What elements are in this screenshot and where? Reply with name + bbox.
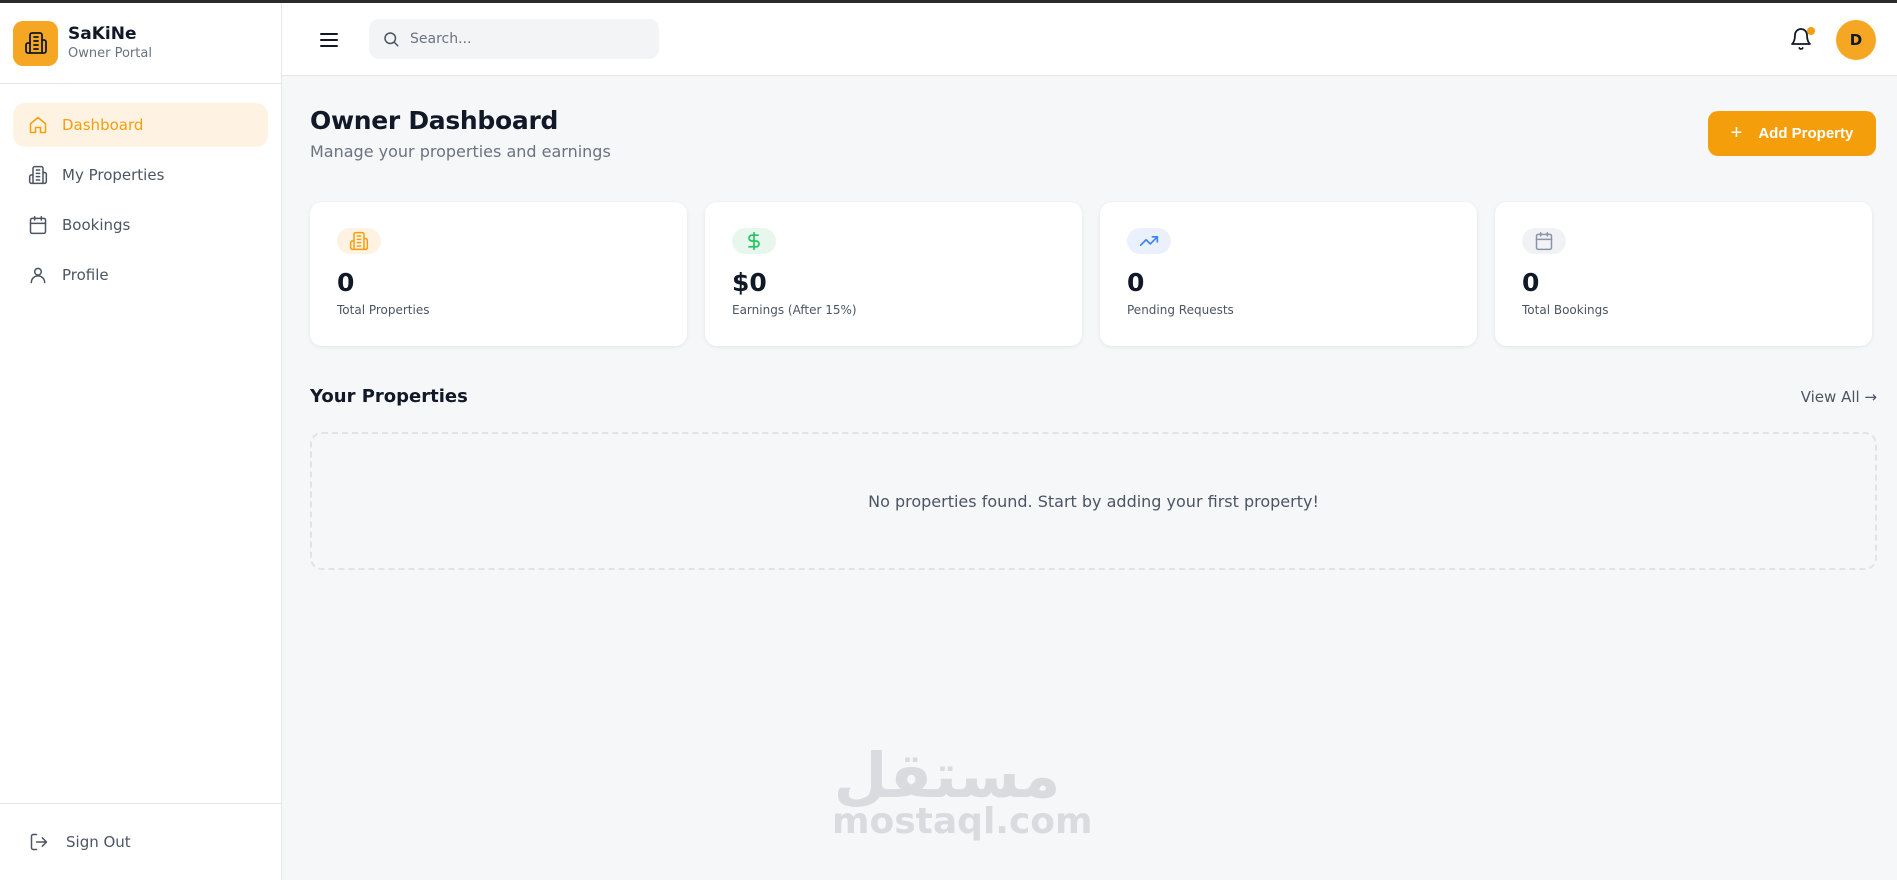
add-property-button[interactable]: + Add Property [1708,111,1876,156]
page-subtitle: Manage your properties and earnings [310,142,611,161]
search-input[interactable] [410,31,650,47]
search-bar [369,19,659,59]
sidebar-item-label: Dashboard [62,116,144,134]
sign-out-label: Sign Out [66,833,131,851]
sidebar-item-label: My Properties [62,166,165,184]
watermark: مستقل mostaql.com [832,739,1093,842]
stat-value: 0 [1522,268,1540,297]
stat-label: Total Bookings [1522,303,1609,317]
empty-message: No properties found. Start by adding you… [868,491,1319,511]
brand-subtitle: Owner Portal [68,46,152,61]
plus-icon: + [1730,122,1743,144]
menu-button[interactable] [317,28,341,52]
sign-out-button[interactable]: Sign Out [28,831,131,853]
building-icon [24,32,47,54]
stats-row: 0 Total Properties $0 Earnings (After 15… [310,202,1877,346]
stat-value: $0 [732,268,767,297]
top-header: D [282,3,1897,76]
stat-label: Earnings (After 15%) [732,303,857,317]
sidebar-item-dashboard[interactable]: Dashboard [13,103,268,147]
sidebar-item-label: Bookings [62,216,131,234]
stat-card-earnings: $0 Earnings (After 15%) [705,202,1082,346]
watermark-latin: mostaql.com [832,801,1093,842]
notifications-button[interactable] [1789,27,1815,53]
sidebar-footer: Sign Out [0,803,281,880]
sidebar-item-my-properties[interactable]: My Properties [13,153,268,197]
sidebar: SaKiNe Owner Portal Dashboard My Propert… [0,3,282,880]
building-icon [27,164,49,186]
brand: SaKiNe Owner Portal [0,3,281,84]
notification-dot [1807,27,1815,35]
brand-name: SaKiNe [68,24,137,44]
calendar-icon [1522,228,1566,254]
add-property-label: Add Property [1758,125,1854,142]
stat-value: 0 [1127,268,1145,297]
properties-empty-state: No properties found. Start by adding you… [310,432,1877,570]
stat-card-total-bookings: 0 Total Bookings [1495,202,1872,346]
sidebar-item-profile[interactable]: Profile [13,253,268,297]
stat-card-total-properties: 0 Total Properties [310,202,687,346]
user-icon [27,264,49,286]
sidebar-item-label: Profile [62,266,109,284]
stat-label: Pending Requests [1127,303,1234,317]
building-icon [337,228,381,254]
sidebar-item-bookings[interactable]: Bookings [13,203,268,247]
sidebar-nav: Dashboard My Properties Bookings Profile [0,84,281,297]
calendar-icon [27,214,49,236]
dollar-icon [732,228,776,254]
search-icon [384,32,399,47]
view-all-link[interactable]: View All → [1801,388,1877,406]
page-title: Owner Dashboard [310,106,559,135]
trending-up-icon [1127,228,1171,254]
watermark-arabic: مستقل [833,739,1061,812]
stat-value: 0 [337,268,355,297]
section-title: Your Properties [310,386,468,407]
home-icon [27,114,49,136]
stat-label: Total Properties [337,303,430,317]
stat-card-pending-requests: 0 Pending Requests [1100,202,1477,346]
brand-logo [13,20,58,66]
logout-icon [28,831,50,853]
avatar[interactable]: D [1836,20,1876,60]
hamburger-icon [320,33,338,47]
